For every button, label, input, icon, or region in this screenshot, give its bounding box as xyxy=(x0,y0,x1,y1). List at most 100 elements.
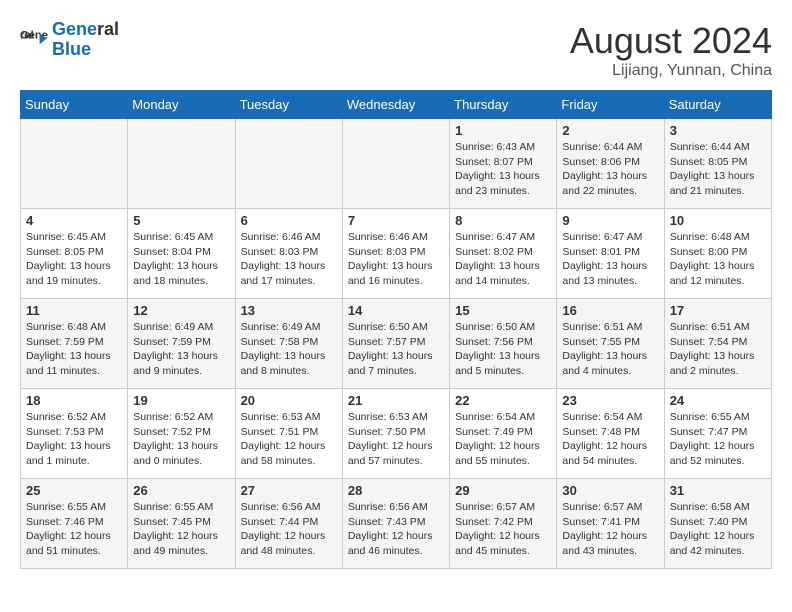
day-info: Sunrise: 6:44 AMSunset: 8:05 PMDaylight:… xyxy=(670,140,766,199)
day-number: 20 xyxy=(241,393,337,408)
day-number: 28 xyxy=(348,483,444,498)
calendar-cell: 4Sunrise: 6:45 AMSunset: 8:05 PMDaylight… xyxy=(21,209,128,299)
day-info: Sunrise: 6:49 AMSunset: 7:58 PMDaylight:… xyxy=(241,320,337,379)
weekday-header: Saturday xyxy=(664,91,771,119)
day-info: Sunrise: 6:57 AMSunset: 7:42 PMDaylight:… xyxy=(455,500,551,559)
calendar-cell: 19Sunrise: 6:52 AMSunset: 7:52 PMDayligh… xyxy=(128,389,235,479)
location: Lijiang, Yunnan, China xyxy=(570,62,772,80)
day-number: 25 xyxy=(26,483,122,498)
day-info: Sunrise: 6:58 AMSunset: 7:40 PMDaylight:… xyxy=(670,500,766,559)
day-number: 19 xyxy=(133,393,229,408)
month-year: August 2024 xyxy=(570,20,772,62)
logo-text: GeneralBlue xyxy=(52,20,119,60)
weekday-header: Wednesday xyxy=(342,91,449,119)
day-number: 27 xyxy=(241,483,337,498)
calendar-cell: 3 Sunrise: 6:44 AMSunset: 8:05 PMDaylight… xyxy=(664,119,771,209)
day-info: Sunrise: 6:53 AMSunset: 7:50 PMDaylight:… xyxy=(348,410,444,469)
day-number: 24 xyxy=(670,393,766,408)
calendar-week-row: 11 Sunrise: 6:48 AMSunset: 7:59 PMDayligh… xyxy=(21,299,772,389)
day-number: 29 xyxy=(455,483,551,498)
calendar-cell xyxy=(235,119,342,209)
day-info: Sunrise: 6:55 AMSunset: 7:46 PMDaylight:… xyxy=(26,500,122,559)
calendar-table: SundayMondayTuesdayWednesdayThursdayFrid… xyxy=(20,90,772,569)
calendar-cell: 15Sunrise: 6:50 AMSunset: 7:56 PMDayligh… xyxy=(450,299,557,389)
calendar-cell: 10Sunrise: 6:48 AMSunset: 8:00 PMDayligh… xyxy=(664,209,771,299)
calendar-cell: 11 Sunrise: 6:48 AMSunset: 7:59 PMDayligh… xyxy=(21,299,128,389)
page-header: Gene ral GeneralBlue August 2024 Lijiang… xyxy=(20,20,772,80)
day-info: Sunrise: 6:47 AMSunset: 8:01 PMDaylight:… xyxy=(562,230,658,289)
day-info: Sunrise: 6:46 AMSunset: 8:03 PMDaylight:… xyxy=(348,230,444,289)
day-info: Sunrise: 6:54 AMSunset: 7:49 PMDaylight:… xyxy=(455,410,551,469)
day-number: 21 xyxy=(348,393,444,408)
logo: Gene ral GeneralBlue xyxy=(20,20,119,60)
calendar-cell: 31Sunrise: 6:58 AMSunset: 7:40 PMDayligh… xyxy=(664,479,771,569)
calendar-cell: 12 Sunrise: 6:49 AMSunset: 7:59 PMDayligh… xyxy=(128,299,235,389)
calendar-cell: 5 Sunrise: 6:45 AMSunset: 8:04 PMDaylight… xyxy=(128,209,235,299)
day-number: 3 xyxy=(670,123,766,138)
day-info: Sunrise: 6:49 AMSunset: 7:59 PMDaylight:… xyxy=(133,320,229,379)
weekday-header: Friday xyxy=(557,91,664,119)
day-info: Sunrise: 6:45 AMSunset: 8:04 PMDaylight:… xyxy=(133,230,229,289)
calendar-cell: 13 Sunrise: 6:49 AMSunset: 7:58 PMDayligh… xyxy=(235,299,342,389)
calendar-cell: 16Sunrise: 6:51 AMSunset: 7:55 PMDayligh… xyxy=(557,299,664,389)
day-info: Sunrise: 6:48 AMSunset: 8:00 PMDaylight:… xyxy=(670,230,766,289)
calendar-cell: 22 Sunrise: 6:54 AMSunset: 7:49 PMDayligh… xyxy=(450,389,557,479)
calendar-cell: 29 Sunrise: 6:57 AMSunset: 7:42 PMDayligh… xyxy=(450,479,557,569)
day-number: 14 xyxy=(348,303,444,318)
weekday-header: Monday xyxy=(128,91,235,119)
calendar-cell: 2 Sunrise: 6:44 AMSunset: 8:06 PMDaylight… xyxy=(557,119,664,209)
calendar-cell xyxy=(342,119,449,209)
calendar-cell: 27 Sunrise: 6:56 AMSunset: 7:44 PMDayligh… xyxy=(235,479,342,569)
calendar-cell: 6Sunrise: 6:46 AMSunset: 8:03 PMDaylight… xyxy=(235,209,342,299)
title-block: August 2024 Lijiang, Yunnan, China xyxy=(570,20,772,80)
day-number: 22 xyxy=(455,393,551,408)
day-info: Sunrise: 6:53 AMSunset: 7:51 PMDaylight:… xyxy=(241,410,337,469)
day-number: 12 xyxy=(133,303,229,318)
day-info: Sunrise: 6:50 AMSunset: 7:56 PMDaylight:… xyxy=(455,320,551,379)
day-number: 17 xyxy=(670,303,766,318)
calendar-cell: 7Sunrise: 6:46 AMSunset: 8:03 PMDaylight… xyxy=(342,209,449,299)
day-number: 5 xyxy=(133,213,229,228)
calendar-cell xyxy=(21,119,128,209)
calendar-cell: 14 Sunrise: 6:50 AMSunset: 7:57 PMDayligh… xyxy=(342,299,449,389)
day-info: Sunrise: 6:51 AMSunset: 7:54 PMDaylight:… xyxy=(670,320,766,379)
day-info: Sunrise: 6:52 AMSunset: 7:53 PMDaylight:… xyxy=(26,410,122,469)
calendar-week-row: 18Sunrise: 6:52 AMSunset: 7:53 PMDayligh… xyxy=(21,389,772,479)
day-number: 2 xyxy=(562,123,658,138)
calendar-cell: 23 Sunrise: 6:54 AMSunset: 7:48 PMDayligh… xyxy=(557,389,664,479)
calendar-week-row: 4Sunrise: 6:45 AMSunset: 8:05 PMDaylight… xyxy=(21,209,772,299)
weekday-header: Thursday xyxy=(450,91,557,119)
calendar-cell xyxy=(128,119,235,209)
calendar-cell: 18Sunrise: 6:52 AMSunset: 7:53 PMDayligh… xyxy=(21,389,128,479)
day-number: 11 xyxy=(26,303,122,318)
calendar-cell: 26 Sunrise: 6:55 AMSunset: 7:45 PMDayligh… xyxy=(128,479,235,569)
calendar-cell: 9 Sunrise: 6:47 AMSunset: 8:01 PMDaylight… xyxy=(557,209,664,299)
day-info: Sunrise: 6:55 AMSunset: 7:45 PMDaylight:… xyxy=(133,500,229,559)
day-info: Sunrise: 6:44 AMSunset: 8:06 PMDaylight:… xyxy=(562,140,658,199)
day-number: 1 xyxy=(455,123,551,138)
day-info: Sunrise: 6:47 AMSunset: 8:02 PMDaylight:… xyxy=(455,230,551,289)
svg-text:ral: ral xyxy=(20,29,34,41)
day-info: Sunrise: 6:55 AMSunset: 7:47 PMDaylight:… xyxy=(670,410,766,469)
calendar-cell: 24 Sunrise: 6:55 AMSunset: 7:47 PMDayligh… xyxy=(664,389,771,479)
calendar-cell: 17 Sunrise: 6:51 AMSunset: 7:54 PMDayligh… xyxy=(664,299,771,389)
day-info: Sunrise: 6:46 AMSunset: 8:03 PMDaylight:… xyxy=(241,230,337,289)
day-info: Sunrise: 6:54 AMSunset: 7:48 PMDaylight:… xyxy=(562,410,658,469)
calendar-cell: 8Sunrise: 6:47 AMSunset: 8:02 PMDaylight… xyxy=(450,209,557,299)
day-info: Sunrise: 6:56 AMSunset: 7:43 PMDaylight:… xyxy=(348,500,444,559)
calendar-week-row: 25 Sunrise: 6:55 AMSunset: 7:46 PMDayligh… xyxy=(21,479,772,569)
calendar-cell: 25 Sunrise: 6:55 AMSunset: 7:46 PMDayligh… xyxy=(21,479,128,569)
day-number: 9 xyxy=(562,213,658,228)
day-info: Sunrise: 6:48 AMSunset: 7:59 PMDaylight:… xyxy=(26,320,122,379)
day-number: 13 xyxy=(241,303,337,318)
weekday-header: Tuesday xyxy=(235,91,342,119)
day-number: 26 xyxy=(133,483,229,498)
day-info: Sunrise: 6:43 AMSunset: 8:07 PMDaylight:… xyxy=(455,140,551,199)
calendar-cell: 30Sunrise: 6:57 AMSunset: 7:41 PMDayligh… xyxy=(557,479,664,569)
day-number: 23 xyxy=(562,393,658,408)
day-info: Sunrise: 6:50 AMSunset: 7:57 PMDaylight:… xyxy=(348,320,444,379)
calendar-cell: 21 Sunrise: 6:53 AMSunset: 7:50 PMDayligh… xyxy=(342,389,449,479)
day-info: Sunrise: 6:56 AMSunset: 7:44 PMDaylight:… xyxy=(241,500,337,559)
day-info: Sunrise: 6:45 AMSunset: 8:05 PMDaylight:… xyxy=(26,230,122,289)
calendar-cell: 28 Sunrise: 6:56 AMSunset: 7:43 PMDayligh… xyxy=(342,479,449,569)
